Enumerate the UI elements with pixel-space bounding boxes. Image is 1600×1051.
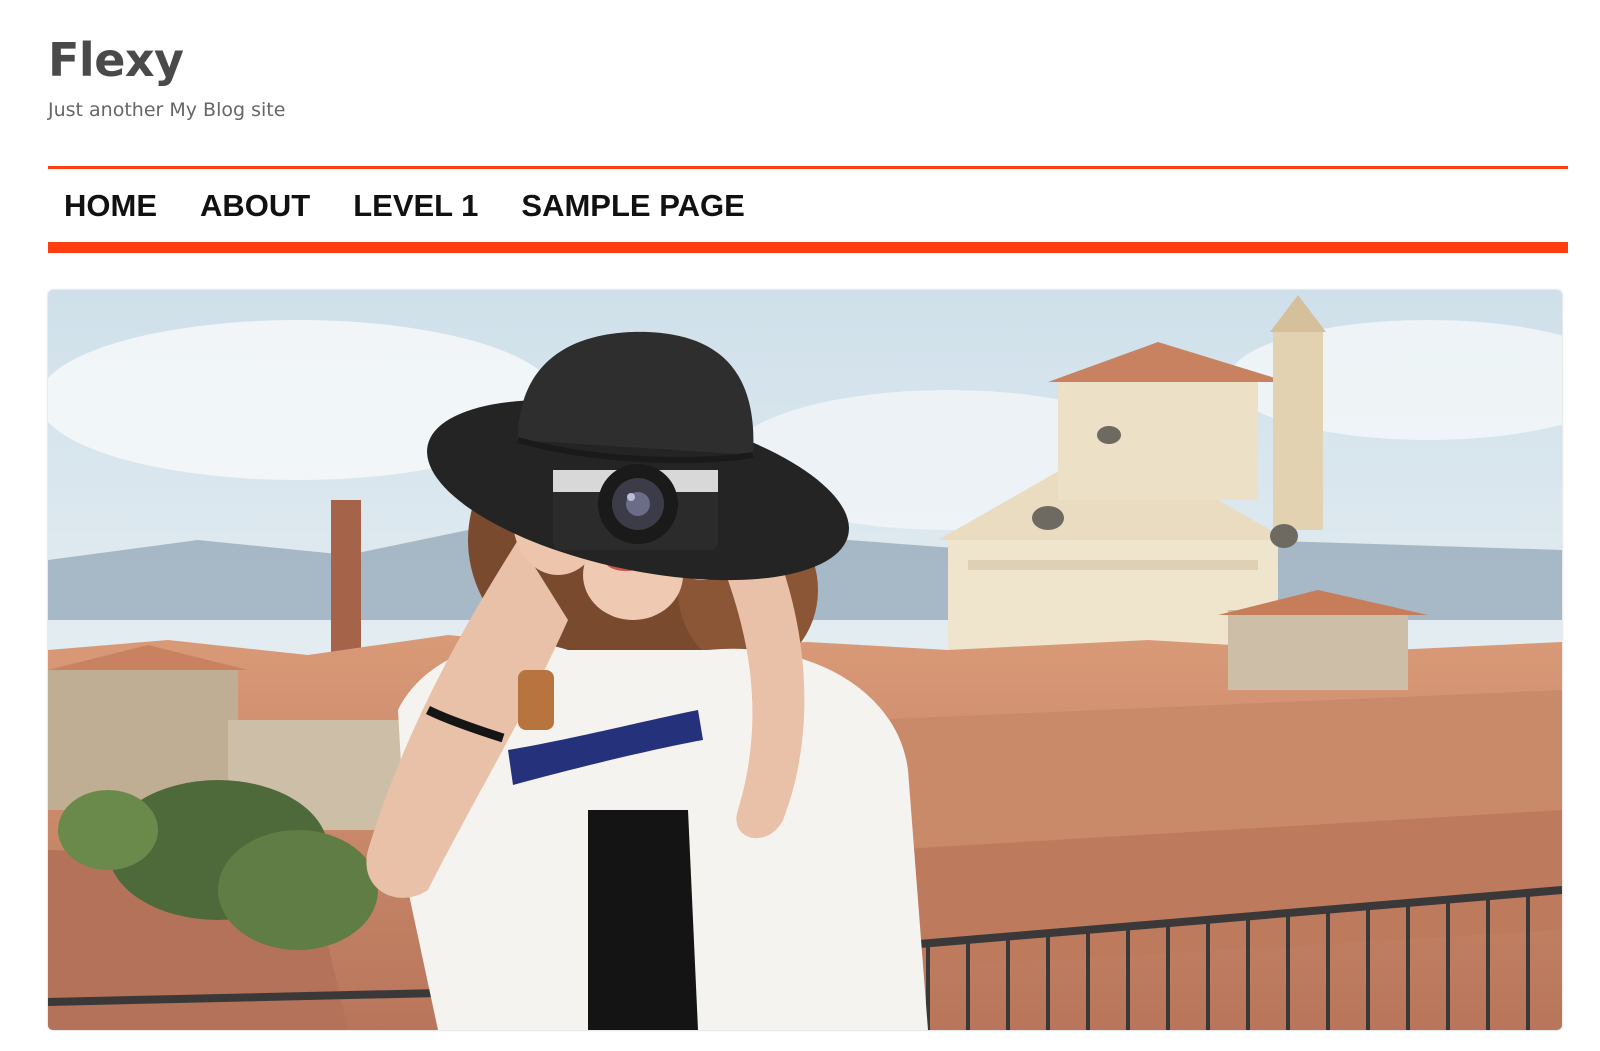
site-header: Flexy Just another My Blog site [48, 30, 1568, 122]
nav-item-level-1[interactable]: LEVEL 1 [353, 188, 478, 224]
nav-item-sample-page[interactable]: SAMPLE PAGE [521, 188, 744, 224]
site-title[interactable]: Flexy [48, 30, 1568, 90]
nav-bottom-bar [48, 242, 1568, 253]
nav-menu: HOME ABOUT LEVEL 1 SAMPLE PAGE [48, 169, 788, 242]
nav-item-about[interactable]: ABOUT [200, 188, 310, 224]
site-tagline: Just another My Blog site [48, 99, 286, 121]
nav-item-home[interactable]: HOME [64, 188, 157, 224]
main-navigation: HOME ABOUT LEVEL 1 SAMPLE PAGE [48, 166, 1568, 253]
hero-image [48, 290, 1562, 1030]
hero-photo-illustration [48, 290, 1562, 1030]
